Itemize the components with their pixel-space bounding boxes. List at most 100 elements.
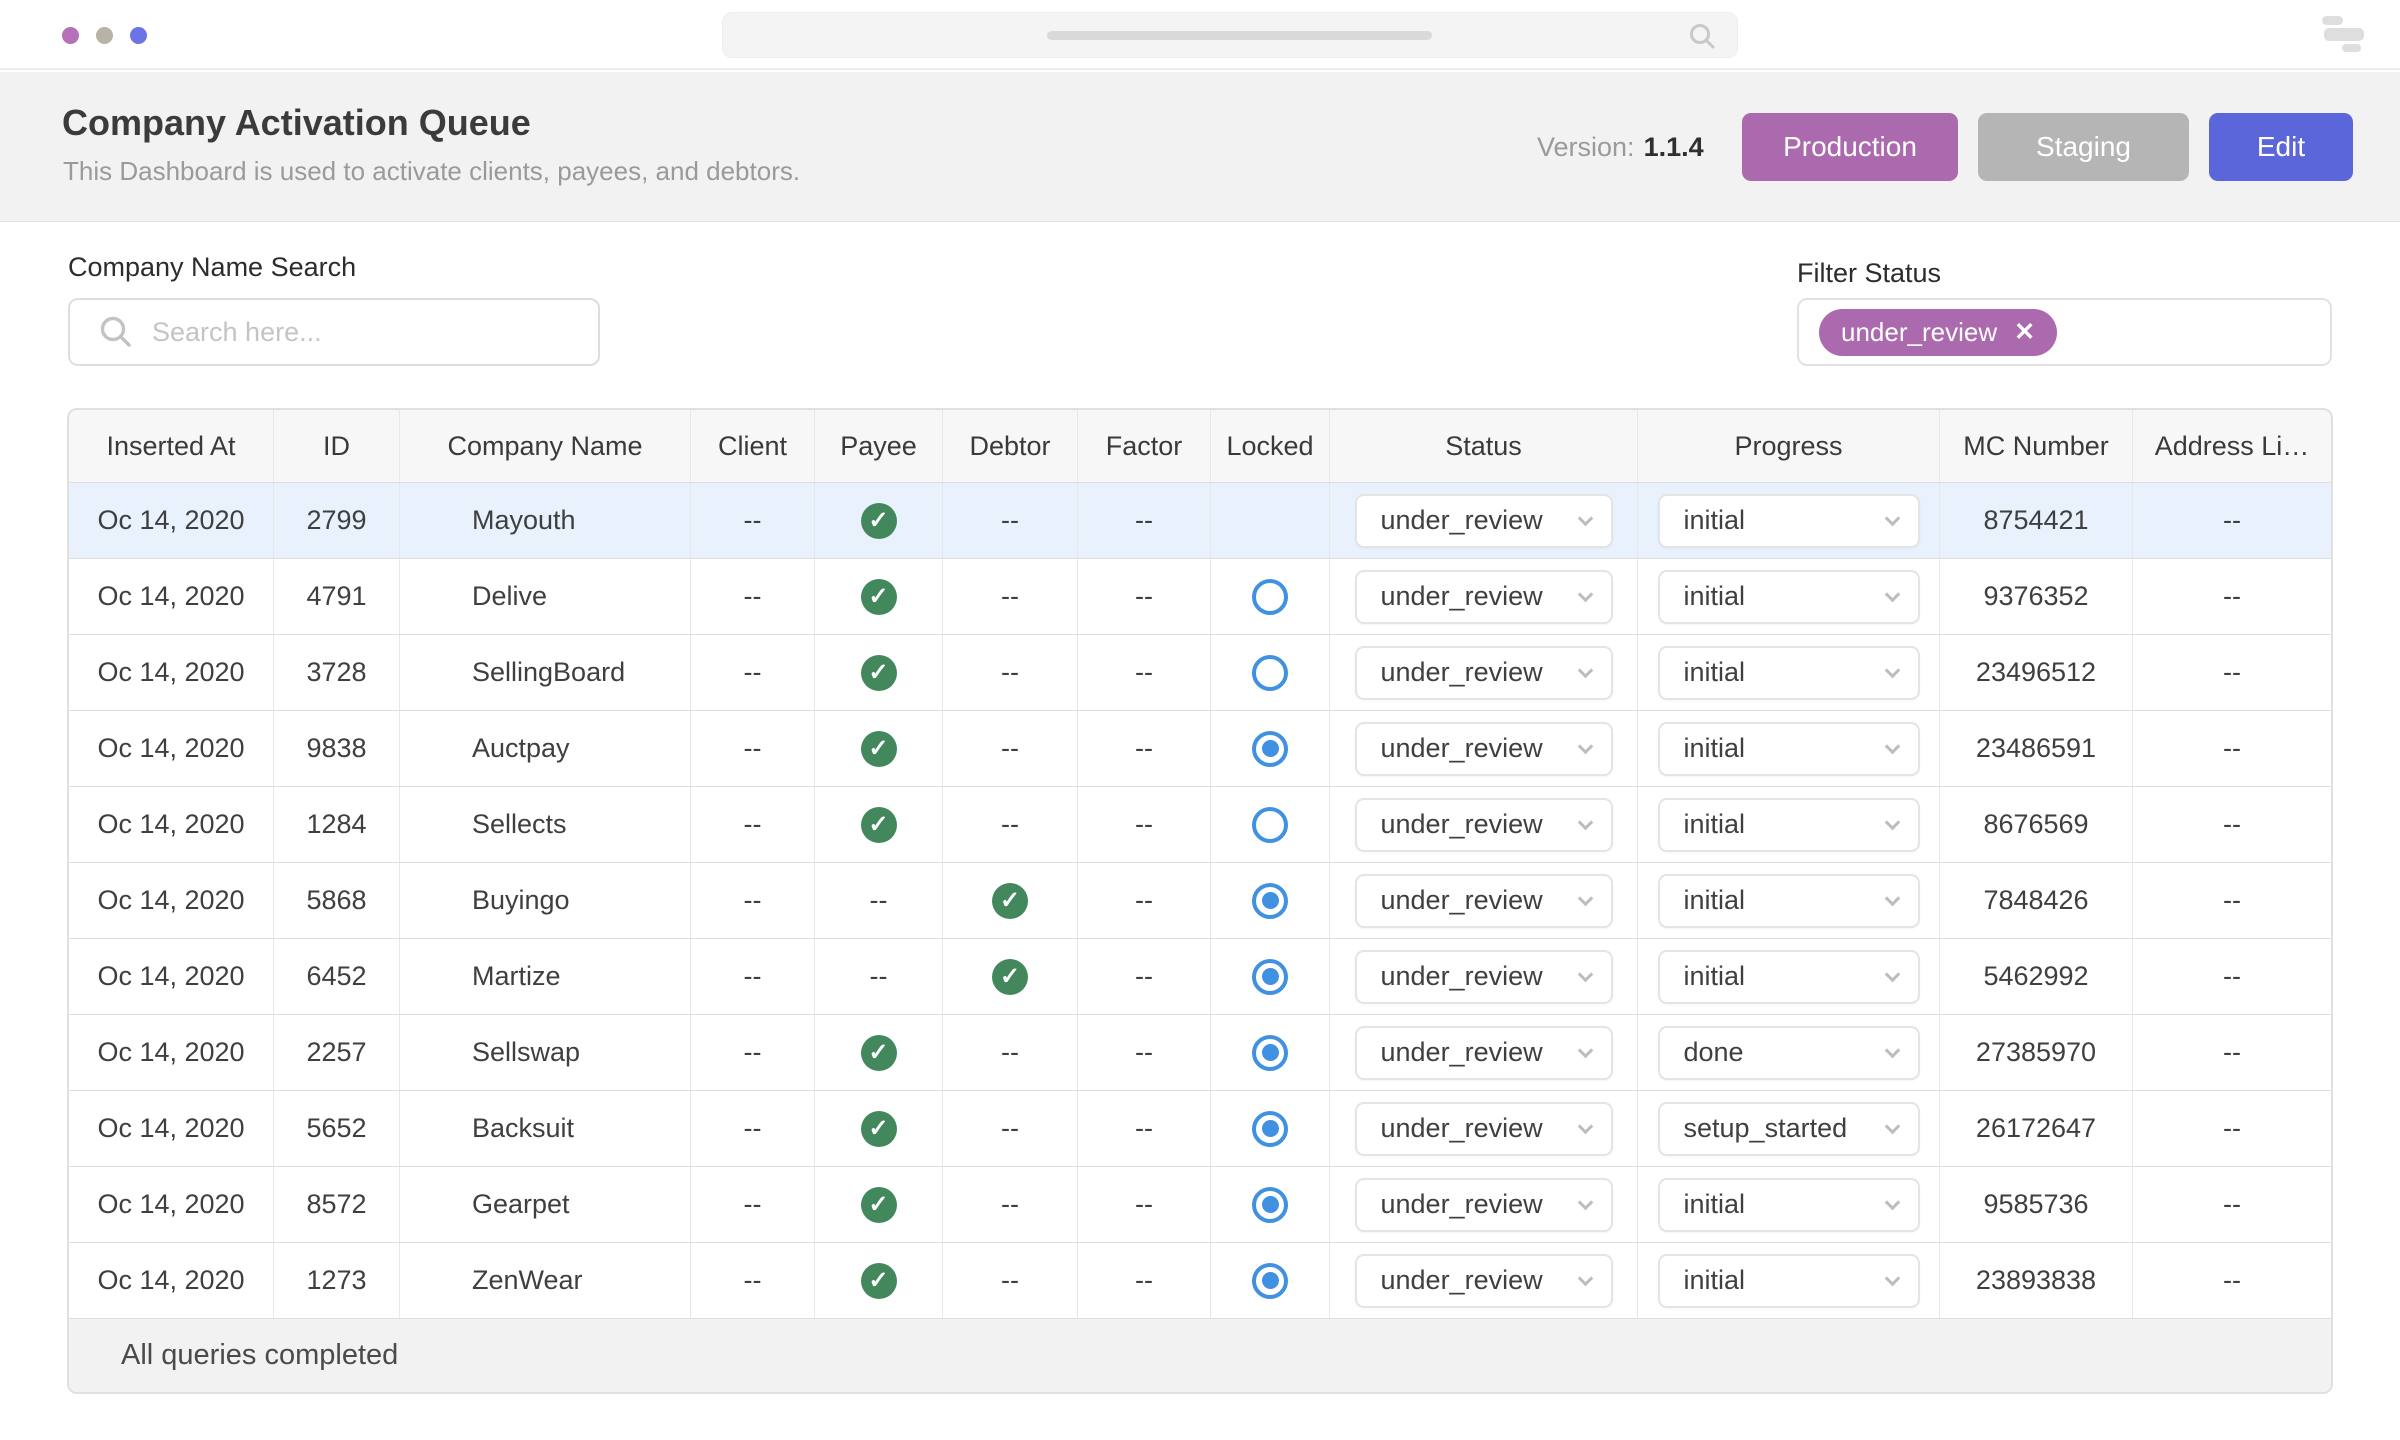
window-dot-purple[interactable]: [62, 27, 79, 44]
progress-select[interactable]: initial: [1657, 873, 1920, 928]
status-value: under_review: [1380, 733, 1543, 763]
cell-progress: initial: [1638, 635, 1940, 710]
status-select[interactable]: under_review: [1354, 645, 1613, 700]
lock-radio[interactable]: [1252, 958, 1288, 995]
window-dot-olive[interactable]: [96, 27, 113, 44]
status-select[interactable]: under_review: [1354, 1253, 1613, 1308]
status-value: under_review: [1380, 1113, 1543, 1143]
lock-radio[interactable]: [1252, 654, 1288, 691]
lock-radio[interactable]: [1252, 882, 1288, 919]
status-select[interactable]: under_review: [1354, 569, 1613, 624]
window-controls: [62, 27, 147, 44]
company-search-label: Company Name Search: [68, 252, 357, 282]
progress-select[interactable]: initial: [1657, 1253, 1920, 1308]
cell-progress: initial: [1638, 939, 1940, 1014]
table-row: Oc 14, 2020 5652 Backsuit -- ✓ -- -- under_revi…: [69, 1090, 2331, 1166]
company-search-input[interactable]: [152, 300, 598, 364]
status-select[interactable]: under_review: [1354, 1101, 1613, 1156]
cell-payee: ✓: [815, 1167, 943, 1242]
progress-select[interactable]: initial: [1657, 1177, 1920, 1232]
production-button[interactable]: Production: [1742, 113, 1958, 181]
status-select[interactable]: under_review: [1354, 797, 1613, 852]
progress-select[interactable]: initial: [1657, 493, 1920, 548]
filter-status-box[interactable]: under_review ✕: [1797, 298, 2332, 366]
lock-radio[interactable]: [1252, 1034, 1288, 1071]
cell-client: --: [691, 559, 815, 634]
cell-client: --: [691, 1015, 815, 1090]
cell-progress: initial: [1638, 559, 1940, 634]
cell-id: 5652: [274, 1091, 400, 1166]
chevron-down-icon: [1884, 890, 1900, 906]
version-value: 1.1.4: [1643, 132, 1704, 162]
cell-locked: [1211, 1243, 1330, 1318]
progress-select[interactable]: setup_started: [1657, 1101, 1920, 1156]
cell-client: --: [691, 711, 815, 786]
lock-radio[interactable]: [1252, 1110, 1288, 1147]
lock-radio[interactable]: [1252, 1262, 1288, 1299]
progress-select[interactable]: done: [1657, 1025, 1920, 1080]
chevron-down-icon: [1884, 662, 1900, 678]
progress-select[interactable]: initial: [1657, 797, 1920, 852]
cell-factor: --: [1078, 787, 1211, 862]
chevron-down-icon: [1577, 890, 1593, 906]
edit-button[interactable]: Edit: [2209, 113, 2353, 181]
search-icon: [1690, 24, 1715, 49]
check-icon: ✓: [860, 1186, 897, 1223]
cell-progress: initial: [1638, 483, 1940, 558]
column-header: Payee: [815, 410, 943, 482]
cell-debtor: ✓: [943, 939, 1078, 1014]
chevron-down-icon: [1577, 510, 1593, 526]
progress-value: initial: [1683, 505, 1746, 535]
lock-radio[interactable]: [1252, 730, 1288, 767]
chevron-down-icon: [1884, 510, 1900, 526]
cell-inserted-at: Oc 14, 2020: [69, 1243, 274, 1318]
cell-mc-number: 9585736: [1940, 1167, 2133, 1242]
chevron-down-icon: [1884, 1042, 1900, 1058]
cell-inserted-at: Oc 14, 2020: [69, 1167, 274, 1242]
cell-inserted-at: Oc 14, 2020: [69, 863, 274, 938]
check-icon: ✓: [860, 654, 897, 691]
filter-status-label: Filter Status: [1797, 258, 1942, 288]
table-footer: All queries completed: [69, 1318, 2331, 1392]
progress-value: initial: [1683, 733, 1746, 763]
cell-mc-number: 23893838: [1940, 1243, 2133, 1318]
close-icon[interactable]: ✕: [2014, 317, 2035, 347]
lock-radio[interactable]: [1252, 578, 1288, 615]
search-icon: [100, 316, 131, 347]
staging-button[interactable]: Staging: [1978, 113, 2189, 181]
cell-address: --: [2223, 885, 2241, 915]
cell-payee: ✓: [815, 635, 943, 710]
status-value: under_review: [1380, 1189, 1543, 1219]
window-dot-blue[interactable]: [130, 27, 147, 44]
status-select[interactable]: under_review: [1354, 873, 1613, 928]
cell-client: --: [691, 787, 815, 862]
column-header: Progress: [1638, 410, 1940, 482]
browser-search-bar[interactable]: [722, 12, 1738, 58]
lock-radio[interactable]: [1252, 806, 1288, 843]
cell-status: under_review: [1330, 1015, 1638, 1090]
chevron-down-icon: [1884, 1194, 1900, 1210]
cell-company-name: Buyingo: [400, 863, 691, 938]
status-select[interactable]: under_review: [1354, 1025, 1613, 1080]
cell-mc-number: 5462992: [1940, 939, 2133, 1014]
progress-select[interactable]: initial: [1657, 949, 1920, 1004]
cell-debtor: --: [943, 1091, 1078, 1166]
status-select[interactable]: under_review: [1354, 721, 1613, 776]
status-select[interactable]: under_review: [1354, 493, 1613, 548]
status-select[interactable]: under_review: [1354, 949, 1613, 1004]
column-header: MC Number: [1940, 410, 2133, 482]
cell-mc-number: 26172647: [1940, 1091, 2133, 1166]
top-bar: [0, 0, 2400, 70]
progress-select[interactable]: initial: [1657, 645, 1920, 700]
status-select[interactable]: under_review: [1354, 1177, 1613, 1232]
cell-status: under_review: [1330, 635, 1638, 710]
cell-locked: [1211, 939, 1330, 1014]
lock-radio[interactable]: [1252, 1186, 1288, 1223]
chevron-down-icon: [1577, 738, 1593, 754]
cell-status: under_review: [1330, 863, 1638, 938]
progress-select[interactable]: initial: [1657, 721, 1920, 776]
progress-select[interactable]: initial: [1657, 569, 1920, 624]
cell-debtor: --: [943, 559, 1078, 634]
menu-icon[interactable]: [2322, 16, 2368, 56]
cell-locked: [1211, 1015, 1330, 1090]
